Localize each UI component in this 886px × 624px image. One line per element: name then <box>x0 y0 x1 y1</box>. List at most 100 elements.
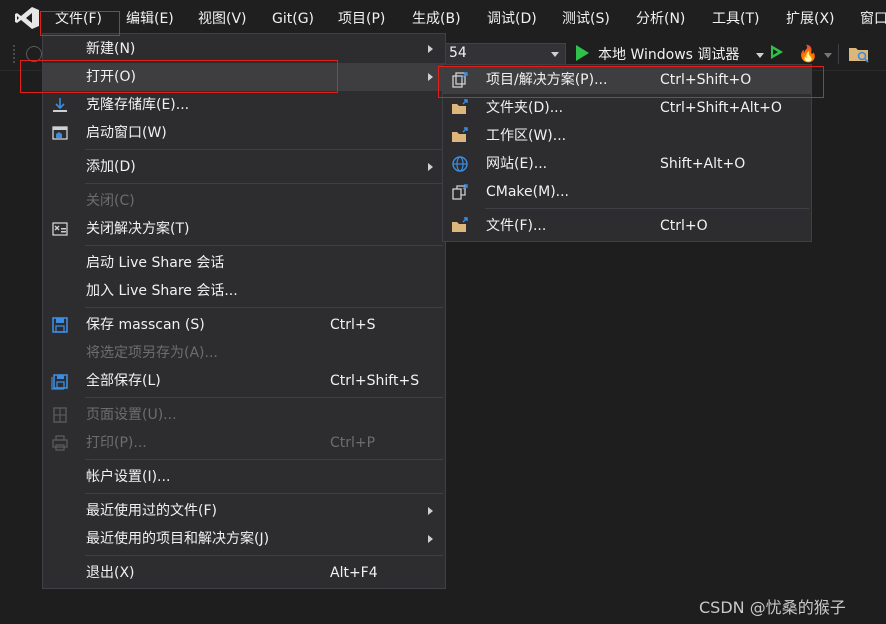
menu-item-label: 退出(X) <box>86 565 135 581</box>
menu-separator <box>485 208 809 209</box>
menu-item-label: 加入 Live Share 会话... <box>86 283 238 299</box>
submenu-arrow-icon <box>428 45 433 53</box>
page-setup-icon <box>53 407 67 423</box>
open-menu-item-folder[interactable]: 文件夹(D)... Ctrl+Shift+Alt+O <box>443 94 811 122</box>
submenu-arrow-icon <box>428 163 433 171</box>
menu-item-label: 全部保存(L) <box>86 373 161 389</box>
file-menu-item-page-setup[interactable]: 页面设置(U)... <box>43 401 445 429</box>
start-debugging-icon[interactable] <box>576 45 589 61</box>
file-menu-item-join-live-share[interactable]: 加入 Live Share 会话... <box>43 277 445 305</box>
toolbar-separator <box>838 44 839 64</box>
menu-item-label: 文件(F)... <box>486 218 547 234</box>
menu-separator <box>85 307 443 308</box>
hot-reload-chevron-down-icon[interactable] <box>824 53 832 58</box>
menu-item-label: 保存 masscan (S) <box>86 317 205 333</box>
file-menu-item-close-solution[interactable]: 关闭解决方案(T) <box>43 215 445 243</box>
file-menu-item-close[interactable]: 关闭(C) <box>43 187 445 215</box>
menu-item-shortcut: Ctrl+P <box>330 435 376 451</box>
submenu-arrow-icon <box>428 73 433 81</box>
menu-window[interactable]: 窗口 <box>860 9 886 29</box>
clone-download-icon <box>53 98 67 112</box>
globe-icon <box>452 156 468 172</box>
menu-item-label: 帐户设置(I)... <box>86 469 171 485</box>
watermark: CSDN @忧桑的猴子 <box>699 598 846 617</box>
solution-platform-value: 54 <box>449 45 467 61</box>
file-menu-item-new[interactable]: 新建(N) <box>43 35 445 63</box>
file-menu-item-start-live-share[interactable]: 启动 Live Share 会话 <box>43 249 445 277</box>
file-menu-item-start-window[interactable]: 启动窗口(W) <box>43 119 445 147</box>
hot-reload-icon[interactable]: 🔥 <box>798 44 818 63</box>
menu-item-shortcut: Ctrl+Shift+S <box>330 373 420 389</box>
menu-edit[interactable]: 编辑(E) <box>126 9 174 29</box>
menu-project[interactable]: 项目(P) <box>338 9 385 29</box>
menu-separator <box>85 397 443 398</box>
menu-debug[interactable]: 调试(D) <box>487 9 537 29</box>
menu-item-shortcut: Ctrl+S <box>330 317 376 333</box>
toolbar-grip[interactable] <box>12 44 16 64</box>
menu-item-label: 最近使用的项目和解决方案(J) <box>86 531 270 547</box>
save-all-icon <box>51 374 68 390</box>
menu-tools[interactable]: 工具(T) <box>712 9 759 29</box>
menu-item-label: 启动 Live Share 会话 <box>86 255 225 271</box>
menu-item-label: 页面设置(U)... <box>86 407 177 423</box>
open-menu-item-workspace[interactable]: 工作区(W)... <box>443 122 811 150</box>
submenu-arrow-icon <box>428 535 433 543</box>
menu-item-label: 打印(P)... <box>86 435 147 451</box>
menu-item-label: 克隆存储库(E)... <box>86 97 190 113</box>
file-menu-item-account-settings[interactable]: 帐户设置(I)... <box>43 463 445 491</box>
menu-item-label: 打开(O) <box>86 69 136 85</box>
open-menu-item-website[interactable]: 网站(E)... Shift+Alt+O <box>443 150 811 178</box>
menu-file[interactable]: 文件(F) <box>55 9 102 29</box>
menu-separator <box>85 459 443 460</box>
file-menu-item-open[interactable]: 打开(O) <box>43 63 445 91</box>
open-file-icon <box>452 217 468 232</box>
open-cmake-icon <box>452 184 468 200</box>
file-menu: 新建(N) 打开(O) 克隆存储库(E)... 启动窗口(W) 添加(D) 关闭… <box>42 33 446 589</box>
file-menu-item-clone-repository[interactable]: 克隆存储库(E)... <box>43 91 445 119</box>
menu-item-label: 启动窗口(W) <box>86 125 167 141</box>
menu-item-label: 添加(D) <box>86 159 136 175</box>
file-menu-item-recent-files[interactable]: 最近使用过的文件(F) <box>43 497 445 525</box>
menu-item-label: 新建(N) <box>86 41 136 57</box>
menu-view[interactable]: 视图(V) <box>198 9 247 29</box>
visual-studio-logo-icon <box>15 7 39 29</box>
menu-item-shortcut: Ctrl+Shift+Alt+O <box>660 100 782 116</box>
open-workspace-icon <box>452 127 468 142</box>
menu-item-label: CMake(M)... <box>486 184 570 200</box>
start-debugging-button[interactable]: 本地 Windows 调试器 <box>598 44 739 64</box>
menu-extensions[interactable]: 扩展(X) <box>786 9 835 29</box>
menu-item-label: 文件夹(D)... <box>486 100 564 116</box>
open-folder-icon <box>452 99 468 114</box>
menu-item-label: 关闭(C) <box>86 193 135 209</box>
file-menu-item-exit[interactable]: 退出(X) Alt+F4 <box>43 559 445 587</box>
open-project-icon <box>452 72 468 88</box>
menu-separator <box>85 245 443 246</box>
file-menu-item-save[interactable]: 保存 masscan (S) Ctrl+S <box>43 311 445 339</box>
file-menu-item-save-all[interactable]: 全部保存(L) Ctrl+Shift+S <box>43 367 445 395</box>
menu-item-label: 最近使用过的文件(F) <box>86 503 217 519</box>
solution-platform-dropdown[interactable]: 54 <box>444 43 566 65</box>
open-menu-item-cmake[interactable]: CMake(M)... <box>443 178 811 206</box>
file-menu-item-add[interactable]: 添加(D) <box>43 153 445 181</box>
open-submenu: 项目/解决方案(P)... Ctrl+Shift+O 文件夹(D)... Ctr… <box>442 64 812 242</box>
menu-item-shortcut: Shift+Alt+O <box>660 156 746 172</box>
menu-item-label: 关闭解决方案(T) <box>86 221 190 237</box>
open-menu-item-project-solution[interactable]: 项目/解决方案(P)... Ctrl+Shift+O <box>443 66 811 94</box>
file-menu-item-save-as[interactable]: 将选定项另存为(A)... <box>43 339 445 367</box>
menu-item-shortcut: Ctrl+O <box>660 218 708 234</box>
folder-search-icon[interactable] <box>848 44 870 64</box>
menu-analyze[interactable]: 分析(N) <box>636 9 685 29</box>
menu-git[interactable]: Git(G) <box>272 9 314 29</box>
menu-separator <box>85 183 443 184</box>
file-menu-item-print[interactable]: 打印(P)... Ctrl+P <box>43 429 445 457</box>
menu-test[interactable]: 测试(S) <box>562 9 610 29</box>
menu-build[interactable]: 生成(B) <box>412 9 461 29</box>
navigate-back-icon[interactable] <box>26 46 42 62</box>
menu-item-shortcut: Alt+F4 <box>330 565 378 581</box>
menu-item-label: 项目/解决方案(P)... <box>486 72 608 88</box>
debug-target-chevron-down-icon[interactable] <box>756 53 764 58</box>
open-menu-item-file[interactable]: 文件(F)... Ctrl+O <box>443 212 811 240</box>
start-without-debugging-icon-inner <box>773 49 778 55</box>
menu-item-label: 网站(E)... <box>486 156 548 172</box>
file-menu-item-recent-projects[interactable]: 最近使用的项目和解决方案(J) <box>43 525 445 553</box>
